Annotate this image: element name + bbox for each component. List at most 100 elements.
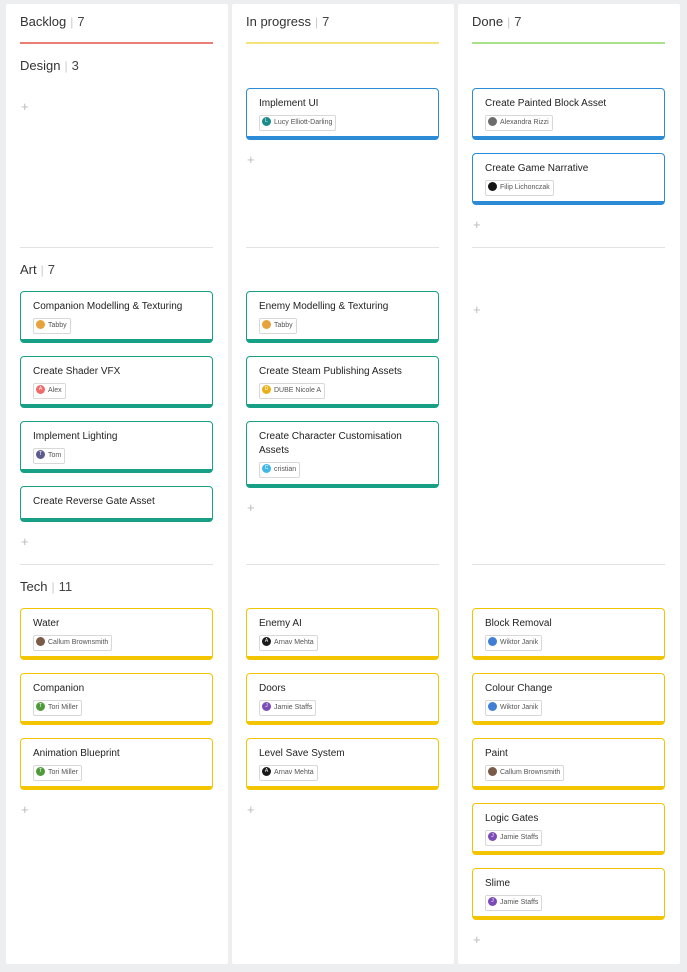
task-card[interactable]: Level Save System A Arnav Mehta <box>246 738 439 790</box>
group-divider <box>246 564 439 565</box>
column-count: 7 <box>77 14 85 29</box>
card-title: Enemy AI <box>259 618 302 629</box>
task-card[interactable]: Companion T Tori Miller <box>20 673 213 725</box>
assignee-chip[interactable]: J Jamie Staffs <box>485 895 543 911</box>
add-card-icon[interactable]: + <box>247 153 255 166</box>
avatar: T <box>36 701 45 711</box>
card-title: Create Character Customisation Assets <box>259 431 402 456</box>
task-card[interactable]: Colour Change Wiktor Janik <box>472 673 665 725</box>
group-divider <box>246 247 439 248</box>
add-card-icon[interactable]: + <box>247 501 255 514</box>
add-card-icon[interactable]: + <box>21 535 29 548</box>
avatar: J <box>488 831 497 841</box>
assignee-chip[interactable]: Ccristian <box>259 462 301 478</box>
card-title: Animation Blueprint <box>33 748 120 759</box>
task-card[interactable]: Doors J Jamie Staffs <box>246 673 439 725</box>
task-card[interactable]: Paint Callum Brownsmith <box>472 738 665 790</box>
add-card-icon[interactable]: + <box>247 803 255 816</box>
assignee-chip[interactable]: Alexandra Rizzi <box>485 115 553 131</box>
assignee-chip[interactable]: Tabby <box>33 318 71 334</box>
assignee-chip[interactable]: L Lucy Elliott-Darling <box>259 115 337 131</box>
task-card[interactable]: Implement UI L Lucy Elliott-Darling <box>246 88 439 140</box>
avatar <box>488 636 497 646</box>
column-color-bar <box>246 42 439 44</box>
avatar: L <box>262 116 271 126</box>
assignee-chip[interactable]: A Alex <box>33 383 66 399</box>
task-card[interactable]: Create Game Narrative Filip Lichonczak <box>472 153 665 205</box>
group-divider <box>20 564 213 565</box>
task-card[interactable]: Slime J Jamie Staffs <box>472 868 665 920</box>
avatar: C <box>262 463 271 473</box>
task-card[interactable]: Logic Gates J Jamie Staffs <box>472 803 665 855</box>
card-title: Colour Change <box>485 683 553 694</box>
group-title-design[interactable]: Design | 3 <box>20 58 79 73</box>
column-title[interactable]: Done | 7 <box>472 14 521 29</box>
card-title: Create Game Narrative <box>485 163 589 174</box>
group-title-tech[interactable]: Tech | 11 <box>20 579 72 594</box>
assignee-chip[interactable]: Wiktor Janik <box>485 635 543 651</box>
group-title-art[interactable]: Art | 7 <box>20 262 55 277</box>
task-card[interactable]: Enemy Modelling & Texturing Tabby <box>246 291 439 343</box>
assignee-chip[interactable]: Wiktor Janik <box>485 700 543 716</box>
task-card[interactable]: Block Removal Wiktor Janik <box>472 608 665 660</box>
column-header: Done | 7 <box>472 4 665 46</box>
task-card[interactable]: Create Reverse Gate Asset <box>20 486 213 522</box>
avatar: J <box>262 701 271 711</box>
card-title: Level Save System <box>259 748 345 759</box>
assignee-chip[interactable]: Tabby <box>259 318 297 334</box>
assignee-chip[interactable]: Filip Lichonczak <box>485 180 554 196</box>
task-card[interactable]: Enemy AI A Arnav Mehta <box>246 608 439 660</box>
column-backlog: Backlog | 7 Design | 3 + Art | 7 Companion Mod… <box>6 4 228 964</box>
add-card-icon[interactable]: + <box>473 933 481 946</box>
assignee-chip[interactable]: T Tom <box>33 448 66 464</box>
assignee-chip[interactable]: T Tori Miller <box>33 765 82 781</box>
column-title[interactable]: Backlog | 7 <box>20 14 85 29</box>
add-card-icon[interactable]: + <box>21 803 29 816</box>
card-title: Implement Lighting <box>33 431 118 442</box>
assignee-chip[interactable]: T Tori Miller <box>33 700 82 716</box>
assignee-chip[interactable]: A Arnav Mehta <box>259 765 318 781</box>
card-title: Create Painted Block Asset <box>485 98 607 109</box>
task-card[interactable]: Create Character Customisation Assets Cc… <box>246 421 439 488</box>
group-count: 11 <box>58 579 73 594</box>
avatar <box>488 116 497 126</box>
avatar <box>488 766 497 776</box>
column-color-bar <box>20 42 213 44</box>
avatar <box>262 319 271 329</box>
assignee-chip[interactable]: A Arnav Mehta <box>259 635 318 651</box>
card-title: Create Reverse Gate Asset <box>33 496 155 507</box>
task-card[interactable]: Create Shader VFX A Alex <box>20 356 213 408</box>
assignee-chip[interactable]: J Jamie Staffs <box>485 830 543 846</box>
column-count: 7 <box>514 14 522 29</box>
task-card[interactable]: Implement Lighting T Tom <box>20 421 213 473</box>
task-card[interactable]: Create Steam Publishing Assets D DUBE Nic… <box>246 356 439 408</box>
column-header: Backlog | 7 <box>20 4 213 46</box>
avatar <box>36 319 45 329</box>
task-card[interactable]: Create Painted Block Asset Alexandra Riz… <box>472 88 665 140</box>
column-color-bar <box>472 42 665 44</box>
avatar: A <box>262 766 271 776</box>
add-card-icon[interactable]: + <box>21 100 29 113</box>
avatar: D <box>262 384 271 394</box>
task-card[interactable]: Companion Modelling & Texturing Tabby <box>20 291 213 343</box>
card-title: Enemy Modelling & Texturing <box>259 301 389 312</box>
assignee-chip[interactable]: Callum Brownsmith <box>33 635 113 651</box>
avatar: T <box>36 766 45 776</box>
avatar <box>36 636 45 646</box>
group-divider <box>472 247 665 248</box>
add-card-icon[interactable]: + <box>473 303 481 316</box>
card-title: Implement UI <box>259 98 319 109</box>
avatar: A <box>36 384 45 394</box>
column-title[interactable]: In progress | 7 <box>246 14 329 29</box>
assignee-chip[interactable]: J Jamie Staffs <box>259 700 317 716</box>
avatar: T <box>36 449 45 459</box>
assignee-chip[interactable]: Callum Brownsmith <box>485 765 565 781</box>
avatar: A <box>262 636 271 646</box>
card-title: Water <box>33 618 60 629</box>
task-card[interactable]: Water Callum Brownsmith <box>20 608 213 660</box>
assignee-chip[interactable]: D DUBE Nicole A <box>259 383 326 399</box>
add-card-icon[interactable]: + <box>473 218 481 231</box>
task-card[interactable]: Animation Blueprint T Tori Miller <box>20 738 213 790</box>
avatar <box>488 181 497 191</box>
card-title: Create Shader VFX <box>33 366 121 377</box>
